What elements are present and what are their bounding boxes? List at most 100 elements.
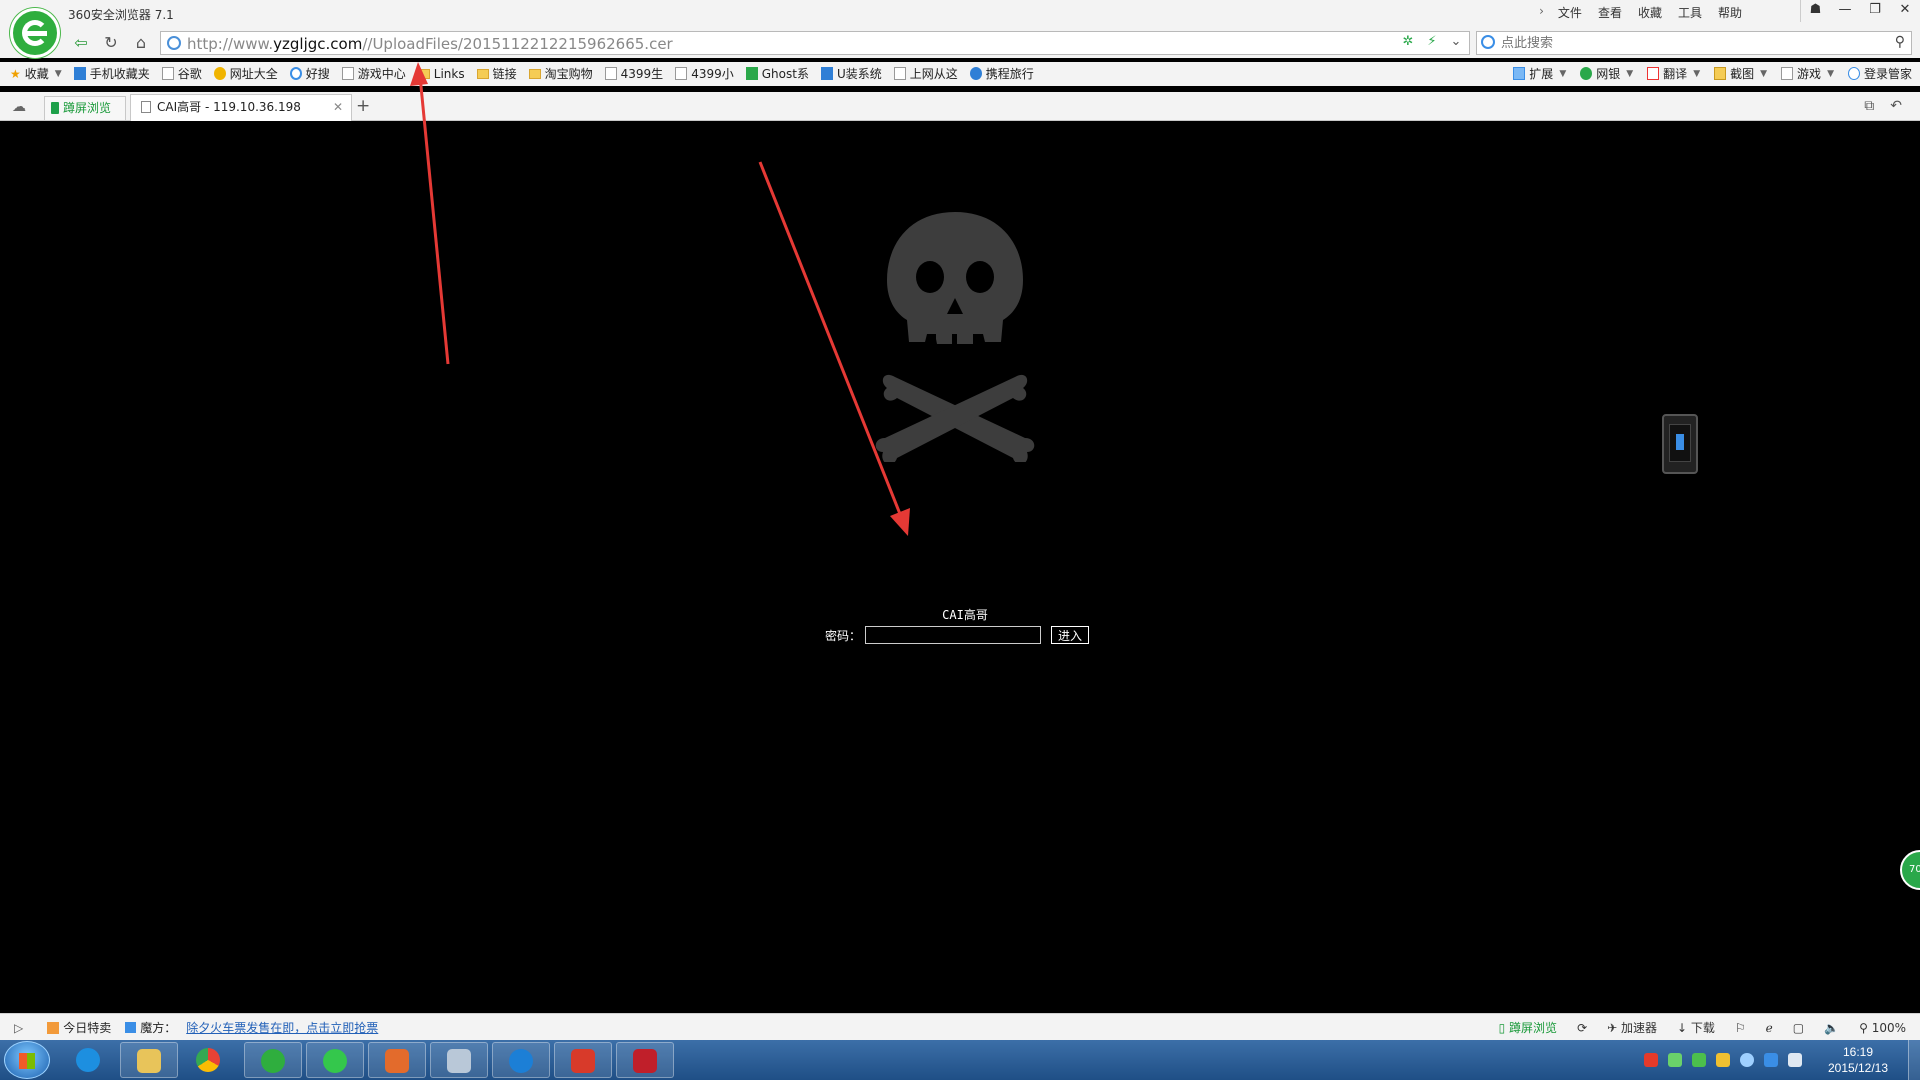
today-deals-link[interactable]: 今日特卖 xyxy=(63,1019,111,1036)
chevron-down-icon[interactable]: ▼ xyxy=(1626,69,1633,79)
key-icon xyxy=(1847,67,1860,80)
close-button[interactable]: ✕ xyxy=(1890,0,1920,22)
network-icon[interactable] xyxy=(1764,1053,1778,1067)
start-button[interactable] xyxy=(4,1041,50,1079)
extensions-button[interactable]: 扩展 ▼ xyxy=(1513,65,1566,82)
taskbar-360guard[interactable] xyxy=(306,1042,364,1078)
search-box[interactable]: ⚲ xyxy=(1476,31,1912,55)
home-button[interactable]: ⌂ xyxy=(130,32,152,54)
taskbar-app[interactable] xyxy=(430,1042,488,1078)
bookmark-item[interactable]: Ghost系 xyxy=(745,65,809,82)
restore-windows-icon[interactable]: ⧉ xyxy=(1864,98,1874,114)
menu-file[interactable]: 文件 xyxy=(1550,4,1590,21)
guard-tray-icon[interactable] xyxy=(1716,1053,1730,1067)
back-button[interactable]: ⇦ xyxy=(70,32,92,54)
compat-mode-icon[interactable]: ✲ xyxy=(1399,34,1417,49)
bookmark-item[interactable]: 上网从这 xyxy=(893,65,958,82)
sidebar-toggle-icon[interactable]: ▷ xyxy=(14,1021,23,1035)
taskbar-photo[interactable] xyxy=(554,1042,612,1078)
flag-icon[interactable]: ⚐ xyxy=(1735,1021,1746,1035)
promo-link[interactable]: 除夕火车票发售在即，点击立即抢票 xyxy=(186,1019,378,1036)
chevron-down-icon[interactable]: ▼ xyxy=(55,69,62,79)
browser-logo[interactable] xyxy=(10,8,60,58)
screenshot-button[interactable]: 截图 ▼ xyxy=(1714,65,1767,82)
chevron-down-icon[interactable]: ▼ xyxy=(1827,69,1834,79)
chevron-down-icon[interactable]: ▼ xyxy=(1760,69,1767,79)
games-button[interactable]: 游戏 ▼ xyxy=(1781,65,1834,82)
bookmark-item[interactable]: 好搜 xyxy=(289,65,330,82)
bookmark-folder[interactable]: Links xyxy=(417,65,465,82)
accelerator-button[interactable]: ✈ 加速器 xyxy=(1607,1019,1657,1036)
bookmark-folder[interactable]: 淘宝购物 xyxy=(528,65,593,82)
tab-active[interactable]: CAI高哥 - 119.10.36.198 ✕ xyxy=(130,94,352,121)
search-input[interactable] xyxy=(1501,34,1871,52)
ie-mode-icon[interactable]: ℯ xyxy=(1766,1021,1773,1035)
split-view-tab[interactable]: 蹲屏浏览 xyxy=(44,96,126,120)
show-desktop-button[interactable] xyxy=(1908,1040,1920,1080)
site-info-icon[interactable] xyxy=(167,36,181,50)
minimize-button[interactable]: — xyxy=(1830,0,1860,22)
split-view-button[interactable]: ▯ 蹲屏浏览 xyxy=(1499,1019,1557,1036)
speed-ball[interactable]: 70 xyxy=(1900,850,1920,890)
cloud-icon[interactable]: ☁ xyxy=(12,99,26,115)
taskbar-ie[interactable] xyxy=(60,1042,118,1078)
bookmark-item[interactable]: 手机收藏夹 xyxy=(73,65,150,82)
download-button[interactable]: ↓ 下载 xyxy=(1677,1019,1715,1036)
chevron-down-icon[interactable]: ▼ xyxy=(1559,69,1566,79)
input-method-icon[interactable] xyxy=(1644,1053,1658,1067)
bookmark-folder[interactable]: 链接 xyxy=(476,65,517,82)
app-title: 360安全浏览器 7.1 xyxy=(68,8,174,22)
chevron-right-icon[interactable]: › xyxy=(1533,4,1550,21)
sync-icon[interactable] xyxy=(1740,1053,1754,1067)
bookmark-favorites[interactable]: ★ 收藏 ▼ xyxy=(10,65,62,82)
bookmark-item[interactable]: 游戏中心 xyxy=(341,65,406,82)
login-manager-button[interactable]: 登录管家 xyxy=(1847,65,1912,82)
magic-label: 魔方： xyxy=(140,1021,177,1035)
zoom-control[interactable]: ⚲ 100% xyxy=(1859,1021,1906,1035)
refresh-button[interactable]: ↻ xyxy=(100,32,122,54)
skin-icon[interactable]: ☗ xyxy=(1800,0,1830,22)
browser-360-icon xyxy=(261,1049,285,1073)
taskbar-chrome[interactable] xyxy=(180,1042,238,1078)
bookmark-item[interactable]: 携程旅行 xyxy=(969,65,1034,82)
bookmark-item[interactable]: 4399生 xyxy=(604,65,663,82)
clock[interactable]: 16:19 2015/12/13 xyxy=(1818,1044,1898,1076)
ebank-button[interactable]: 网银 ▼ xyxy=(1580,65,1633,82)
battery-icon[interactable] xyxy=(1668,1053,1682,1067)
refresh-settings-icon[interactable]: ⟳ xyxy=(1577,1021,1587,1035)
window-icon[interactable]: ▢ xyxy=(1793,1021,1804,1035)
menu-tools[interactable]: 工具 xyxy=(1670,4,1710,21)
menu-help[interactable]: 帮助 xyxy=(1710,4,1750,21)
bookmark-item[interactable]: 网址大全 xyxy=(213,65,278,82)
taskbar-powerpoint[interactable] xyxy=(368,1042,426,1078)
taskbar-kugou[interactable] xyxy=(492,1042,550,1078)
page-icon xyxy=(604,67,617,80)
address-bar[interactable]: http://www.yzgljgc.com//UploadFiles/2015… xyxy=(160,31,1470,55)
taskbar-game[interactable] xyxy=(616,1042,674,1078)
volume-icon[interactable] xyxy=(1788,1053,1802,1067)
password-input[interactable] xyxy=(865,626,1042,644)
menu-favorites[interactable]: 收藏 xyxy=(1630,4,1670,21)
bookmark-item[interactable]: 谷歌 xyxy=(161,65,202,82)
undo-close-icon[interactable]: ↶ xyxy=(1890,98,1902,114)
enter-button[interactable]: 进入 xyxy=(1051,626,1090,644)
taskbar-360browser[interactable] xyxy=(244,1042,302,1078)
bookmark-item[interactable]: U装系统 xyxy=(820,65,882,82)
translate-button[interactable]: 翻译 ▼ xyxy=(1647,65,1700,82)
url-text[interactable]: http://www.yzgljgc.com//UploadFiles/2015… xyxy=(187,35,673,53)
phone-widget[interactable] xyxy=(1662,414,1698,474)
chrome-icon xyxy=(196,1048,220,1072)
search-engine-icon[interactable] xyxy=(1481,35,1495,49)
chevron-down-icon[interactable]: ▼ xyxy=(1693,69,1700,79)
shield-icon[interactable] xyxy=(1692,1053,1706,1067)
volume-icon[interactable]: 🔈 xyxy=(1824,1021,1839,1035)
dropdown-icon[interactable]: ⌄ xyxy=(1447,34,1465,49)
menu-view[interactable]: 查看 xyxy=(1590,4,1630,21)
search-icon[interactable]: ⚲ xyxy=(1895,34,1905,50)
bookmark-item[interactable]: 4399小 xyxy=(675,65,734,82)
taskbar-explorer[interactable] xyxy=(120,1042,178,1078)
maximize-button[interactable]: ❐ xyxy=(1860,0,1890,22)
close-tab-icon[interactable]: ✕ xyxy=(333,95,343,119)
speed-mode-icon[interactable]: ⚡ xyxy=(1423,34,1441,49)
new-tab-button[interactable]: + xyxy=(356,96,370,116)
